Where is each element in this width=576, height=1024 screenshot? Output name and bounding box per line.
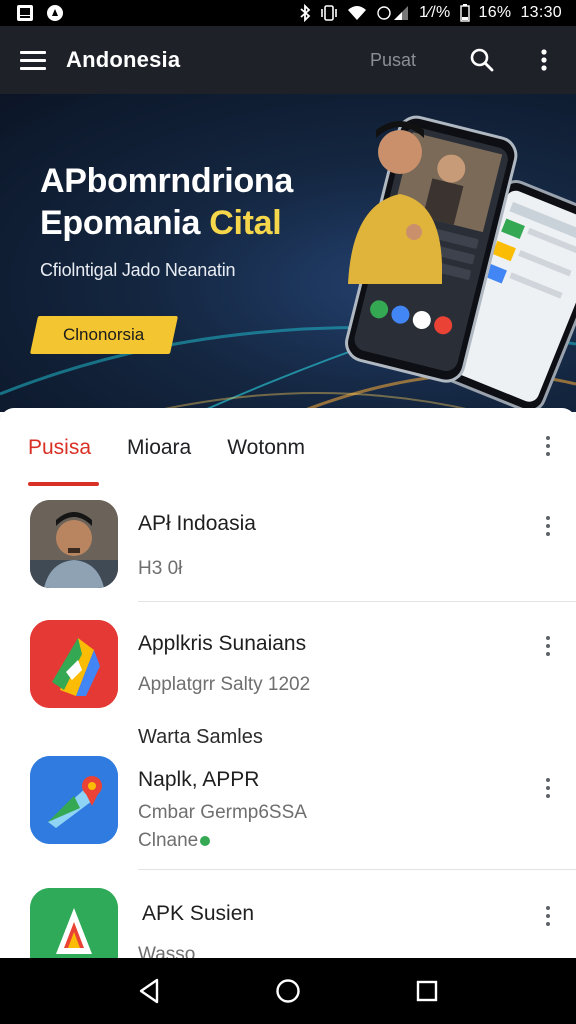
item-title: Applkris Sunaians [138, 632, 307, 655]
tab-bar: Pusisa Mioara Wotonm [0, 408, 576, 488]
item-title: APł Indoasia [138, 512, 256, 535]
item-subtitle: Cmbar Germp6SSA [138, 802, 307, 823]
item-more-icon[interactable] [536, 634, 560, 658]
banner-title-line1: APbomrndriona [40, 162, 293, 200]
search-icon[interactable] [462, 40, 502, 80]
clock: 13:30 [520, 4, 562, 21]
section-label: Warta Samles [138, 726, 263, 748]
battery-icon [459, 4, 470, 22]
app-list: APł Indoasia H3 0ł Applkris Sunaians App… [0, 488, 576, 958]
item-subtitle: Applatgrr Salty 1202 [138, 674, 311, 695]
notification-badge-icon [46, 4, 64, 22]
banner-title-line2: Epomania Cital [40, 202, 293, 244]
item-more-icon[interactable] [536, 776, 560, 800]
list-item[interactable]: APK Susien Wasso [0, 870, 576, 958]
tab-wotonm[interactable]: Wotonm [227, 408, 305, 488]
home-icon[interactable] [264, 967, 312, 1015]
list-item[interactable]: Warta Samles Naplk, APPR Cmbar Germp6SSA… [0, 722, 576, 870]
item-title: APK Susien [142, 902, 255, 925]
wifi-icon [347, 5, 367, 21]
tabs-more-icon[interactable] [536, 434, 560, 458]
vibrate-icon [320, 4, 338, 22]
app-title: Andonesia [66, 47, 181, 72]
cellular-icon [376, 5, 410, 21]
status-bar: 1⁄/% 16% 13:30 [0, 0, 576, 26]
item-more-icon[interactable] [536, 904, 560, 928]
banner-cta-label: Clnonorsia [63, 325, 145, 344]
item-subtitle: H3 0ł [138, 558, 183, 579]
banner-cta-button[interactable]: Clnonorsia [29, 316, 179, 354]
red-app-icon [30, 620, 118, 708]
blue-maps-app-icon [30, 756, 118, 844]
status-dot-icon [200, 835, 211, 846]
item-title: Naplk, APPR [138, 768, 260, 791]
hero-banner[interactable]: APbomrndriona Epomania Cital Cﬁolntigal … [0, 94, 576, 412]
tab-pusisa[interactable]: Pusisa [28, 408, 100, 488]
banner-title: APbomrndriona Epomania Cital [40, 160, 293, 244]
banner-subtitle: Cﬁolntigal Jado Neanatin [40, 260, 236, 280]
more-vert-icon[interactable] [524, 40, 564, 80]
phones-illustration [345, 115, 576, 412]
system-nav-bar [0, 958, 576, 1024]
recents-icon[interactable] [403, 967, 451, 1015]
item-more-icon[interactable] [536, 514, 560, 538]
bluetooth-icon [299, 4, 311, 22]
battery-percent: 16% [478, 4, 512, 21]
list-item[interactable]: APł Indoasia H3 0ł [0, 488, 576, 602]
avatar-photo-icon [30, 500, 118, 588]
item-subtitle: Wasso [138, 944, 196, 958]
list-item[interactable]: Applkris Sunaians Applatgrr Salty 1202 [0, 602, 576, 722]
menu-icon[interactable] [20, 46, 48, 74]
tab-mioara[interactable]: Mioara [127, 408, 191, 488]
gallery-icon [16, 4, 34, 22]
app-bar: Andonesia Pusat [0, 26, 576, 94]
back-icon[interactable] [125, 967, 173, 1015]
signal-text: 1⁄/% [419, 4, 451, 21]
item-subtitle-secondary: Clnane [138, 830, 211, 852]
green-app-icon [30, 888, 118, 958]
pusat-link[interactable]: Pusat [370, 50, 416, 71]
item-subtitle-secondary-text: Clnane [138, 830, 199, 851]
banner-title-plain: Epomania [40, 204, 210, 242]
banner-title-accent: Cital [209, 204, 282, 242]
